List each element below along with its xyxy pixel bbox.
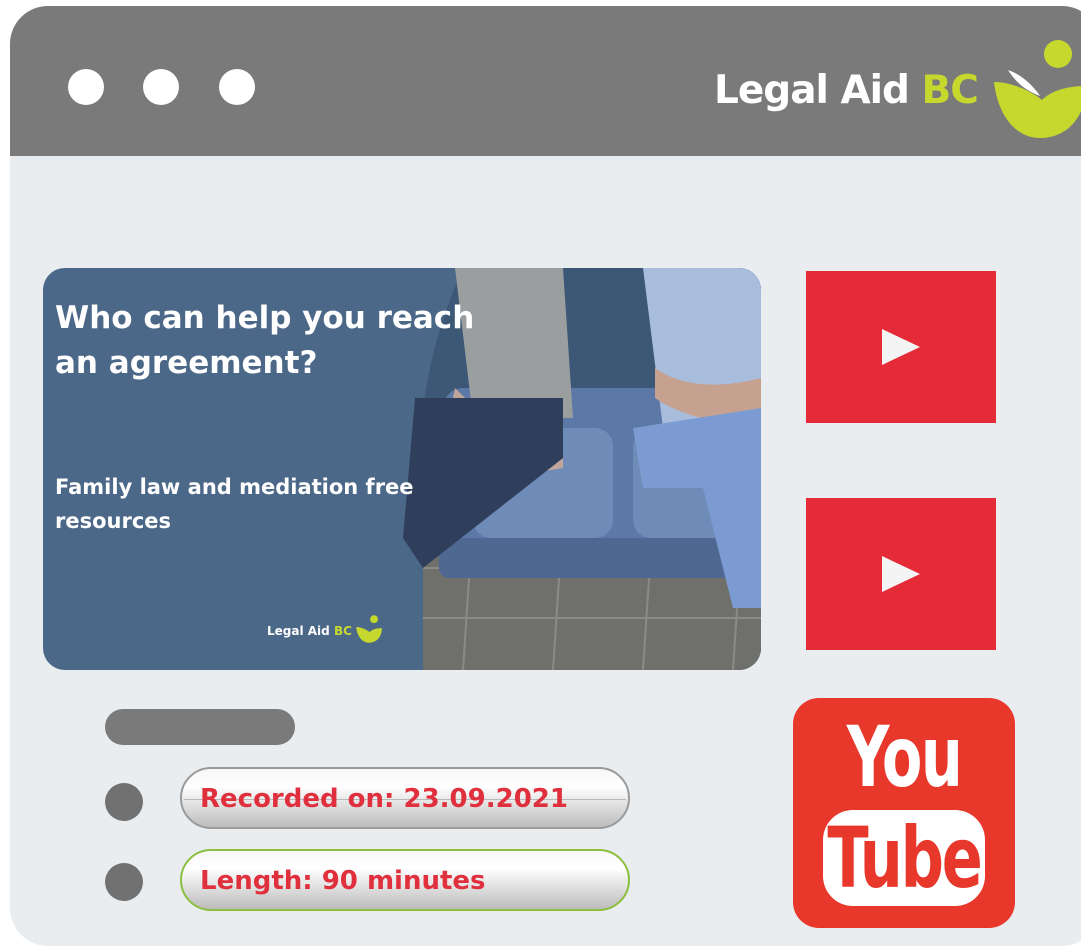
- placeholder-title-bar: [105, 709, 295, 745]
- play-button-1[interactable]: [806, 271, 996, 423]
- window-dot-2[interactable]: [143, 69, 179, 105]
- recorded-date-pill: Recorded on: 23.09.2021: [180, 767, 630, 829]
- brand-accent: BC: [921, 68, 979, 113]
- length-text: Length: 90 minutes: [200, 866, 486, 896]
- title-bar: Legal Aid BC: [10, 6, 1081, 156]
- bullet-dot: [105, 863, 143, 901]
- legal-aid-logo-icon: [994, 40, 1081, 138]
- video-subtitle: Family law and mediation free resources: [55, 475, 414, 533]
- video-brand-accent: BC: [333, 624, 352, 638]
- bullet-dot: [105, 783, 143, 821]
- video-title: Who can help you reach an agreement?: [55, 300, 475, 381]
- length-pill: Length: 90 minutes: [180, 849, 630, 911]
- window-dot-3[interactable]: [219, 69, 255, 105]
- legal-aid-small-logo-icon: [356, 615, 382, 643]
- play-button-2[interactable]: [806, 498, 996, 650]
- video-thumbnail[interactable]: Who can help you reach an agreement? Fam…: [43, 268, 761, 670]
- recorded-date-text: Recorded on: 23.09.2021: [200, 784, 568, 814]
- browser-window: Legal Aid BC Who can help you reach an a…: [10, 6, 1081, 946]
- play-icon: [882, 329, 920, 365]
- video-brand-name: Legal Aid: [267, 624, 330, 638]
- youtube-tube-text: Tube: [827, 809, 983, 907]
- play-icon: [882, 556, 920, 592]
- youtube-you-text: You: [846, 708, 963, 806]
- window-dot-1[interactable]: [68, 69, 104, 105]
- brand-logo-text: Legal Aid BC: [714, 68, 979, 113]
- brand-name: Legal Aid: [714, 68, 910, 113]
- video-brand-text: Legal Aid BC: [267, 624, 352, 638]
- youtube-logo-button[interactable]: You Tube: [793, 698, 1015, 928]
